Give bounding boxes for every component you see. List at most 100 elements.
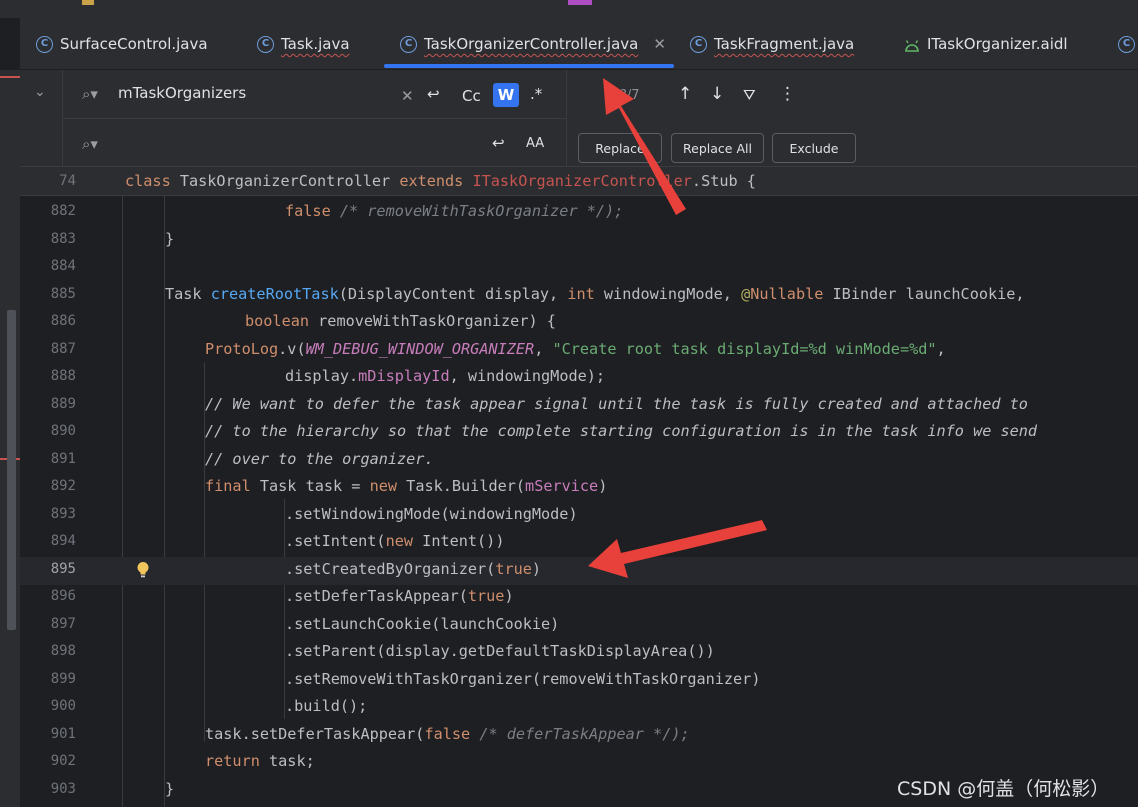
- filter-icon[interactable]: ⛛: [743, 86, 756, 104]
- code-text: display.mDisplayId, windowingMode);: [285, 367, 605, 385]
- line-number: 902: [50, 753, 76, 769]
- replace-all-button[interactable]: Replace All: [671, 133, 764, 163]
- code-text: }: [165, 780, 175, 798]
- code-editor[interactable]: 882 false /* removeWithTaskOrganizer */)…: [20, 167, 1138, 807]
- tab-task[interactable]: C Task.java: [257, 18, 350, 70]
- code-line: 901 task.setDeferTaskAppear(false /* def…: [20, 722, 1138, 750]
- code-text: .build();: [285, 697, 368, 715]
- code-token: WM_DEBUG_WINDOW_ORGANIZER: [305, 340, 535, 358]
- replace-search-icon[interactable]: ⌕▾: [82, 135, 98, 153]
- watermark: CSDN @何盖（何松影）: [897, 778, 1110, 800]
- code-text: .setCreatedByOrganizer(true): [285, 560, 541, 578]
- words-toggle[interactable]: W: [493, 83, 519, 107]
- code-token: @: [741, 285, 751, 303]
- find-replace-panel: ⌄ ⌕▾ mTaskOrganizers ✕ ↩ Cc W .* ?/7 ↑ ↓…: [20, 70, 1138, 167]
- clear-icon[interactable]: ✕: [401, 87, 414, 105]
- line-number: 886: [50, 313, 76, 329]
- tab-label: Task.java: [281, 35, 350, 53]
- code-token: ): [531, 560, 542, 578]
- tab-taskorganizercontroller[interactable]: C TaskOrganizerController.java ✕: [400, 18, 666, 70]
- code-token: return: [205, 752, 260, 770]
- code-line: 896 .setDeferTaskAppear(true): [20, 584, 1138, 612]
- search-input[interactable]: mTaskOrganizers: [118, 84, 246, 102]
- tab-itaskorganizer-aidl[interactable]: ITaskOrganizer.aidl: [904, 18, 1068, 70]
- code-token: ITaskOrganizerController: [463, 172, 692, 190]
- code-token: class: [125, 172, 171, 190]
- code-token: windowingMode,: [594, 285, 742, 303]
- tab-overflow[interactable]: C: [1118, 18, 1135, 70]
- code-line: 885 Task createRootTask(DisplayContent d…: [20, 282, 1138, 310]
- code-token: extends: [399, 172, 464, 190]
- code-token: createRootTask: [210, 285, 339, 303]
- match-case-toggle[interactable]: Cc: [462, 87, 481, 105]
- scrollbar-thumb[interactable]: [7, 310, 16, 630]
- code-text: .setLaunchCookie(launchCookie): [285, 615, 560, 633]
- code-token: Task: [165, 285, 211, 303]
- android-icon: [904, 38, 920, 52]
- error-marker: [0, 76, 20, 78]
- menu-icon-fragment: [82, 0, 94, 5]
- line-number: 895: [50, 561, 76, 577]
- newline-icon[interactable]: ↩: [427, 85, 440, 103]
- code-text: Task createRootTask(DisplayContent displ…: [165, 285, 1025, 303]
- class-icon: C: [1118, 35, 1135, 53]
- line-number: 885: [50, 286, 76, 302]
- code-token: .setDeferTaskAppear(: [285, 587, 468, 605]
- code-token: new: [385, 532, 414, 550]
- code-token: false: [424, 725, 471, 743]
- code-line: 899 .setRemoveWithTaskOrganizer(removeWi…: [20, 667, 1138, 695]
- line-number: 898: [50, 643, 76, 659]
- code-line: 890 // to the hierarchy so that the comp…: [20, 419, 1138, 447]
- code-token: task;: [259, 752, 315, 770]
- class-icon: C: [36, 35, 53, 53]
- code-text: false /* removeWithTaskOrganizer */);: [285, 202, 623, 220]
- code-line: 893 .setWindowingMode(windowingMode): [20, 502, 1138, 530]
- regex-toggle[interactable]: .*: [530, 85, 542, 103]
- code-token: Task.Builder(: [397, 477, 526, 495]
- replace-button[interactable]: Replace: [578, 133, 662, 163]
- code-token: TaskOrganizerController: [170, 172, 400, 190]
- line-number: 893: [50, 506, 76, 522]
- tab-surfacecontrol[interactable]: C SurfaceControl.java: [36, 18, 208, 70]
- code-token: mDisplayId: [358, 367, 450, 385]
- sticky-scroll-header[interactable]: 74 class TaskOrganizerController extends…: [20, 167, 1138, 196]
- code-token: ,: [936, 340, 946, 358]
- line-number: 901: [50, 726, 76, 742]
- code-text: .setRemoveWithTaskOrganizer(removeWithTa…: [285, 670, 761, 688]
- class-icon: C: [257, 35, 274, 53]
- code-token: .Stub {: [691, 172, 756, 190]
- chevron-down-icon[interactable]: ⌄: [34, 84, 46, 100]
- code-token: ): [504, 587, 514, 605]
- preserve-case-toggle[interactable]: AA: [526, 136, 544, 151]
- line-number: 888: [50, 368, 76, 384]
- search-icon[interactable]: ⌕▾: [82, 85, 98, 103]
- arrow-up-icon[interactable]: ↑: [678, 84, 692, 104]
- code-token: Task task =: [250, 477, 370, 495]
- line-number: 889: [50, 396, 76, 412]
- code-token: task.setDeferTaskAppear(: [205, 725, 425, 743]
- code-text: ProtoLog.v(WM_DEBUG_WINDOW_ORGANIZER, "C…: [205, 340, 946, 358]
- arrow-down-icon[interactable]: ↓: [710, 84, 724, 104]
- code-token: final: [205, 477, 251, 495]
- code-token: removeWithTaskOrganizer) {: [309, 312, 556, 330]
- exclude-button[interactable]: Exclude: [772, 133, 856, 163]
- divider: [62, 118, 566, 119]
- code-text: return task;: [205, 752, 315, 770]
- lightbulb-icon[interactable]: [136, 561, 150, 579]
- tab-label: SurfaceControl.java: [60, 35, 208, 53]
- code-line: 894 .setIntent(new Intent()): [20, 529, 1138, 557]
- code-comment: // We want to defer the task appear sign…: [205, 395, 1028, 413]
- more-icon[interactable]: ⋮: [779, 84, 796, 104]
- tab-taskfragment[interactable]: C TaskFragment.java: [690, 18, 854, 70]
- line-number: 887: [50, 341, 76, 357]
- divider: [566, 70, 567, 167]
- code-text: }: [165, 230, 175, 248]
- close-tab-icon[interactable]: ✕: [653, 35, 666, 53]
- code-text: task.setDeferTaskAppear(false /* deferTa…: [205, 725, 690, 743]
- code-token: Nullable: [750, 285, 824, 303]
- newline-icon[interactable]: ↩: [492, 134, 505, 152]
- code-token: Intent()): [413, 532, 505, 550]
- code-token: int: [567, 285, 595, 303]
- tab-label: ITaskOrganizer.aidl: [927, 35, 1068, 53]
- code-token: , windowingMode);: [449, 367, 606, 385]
